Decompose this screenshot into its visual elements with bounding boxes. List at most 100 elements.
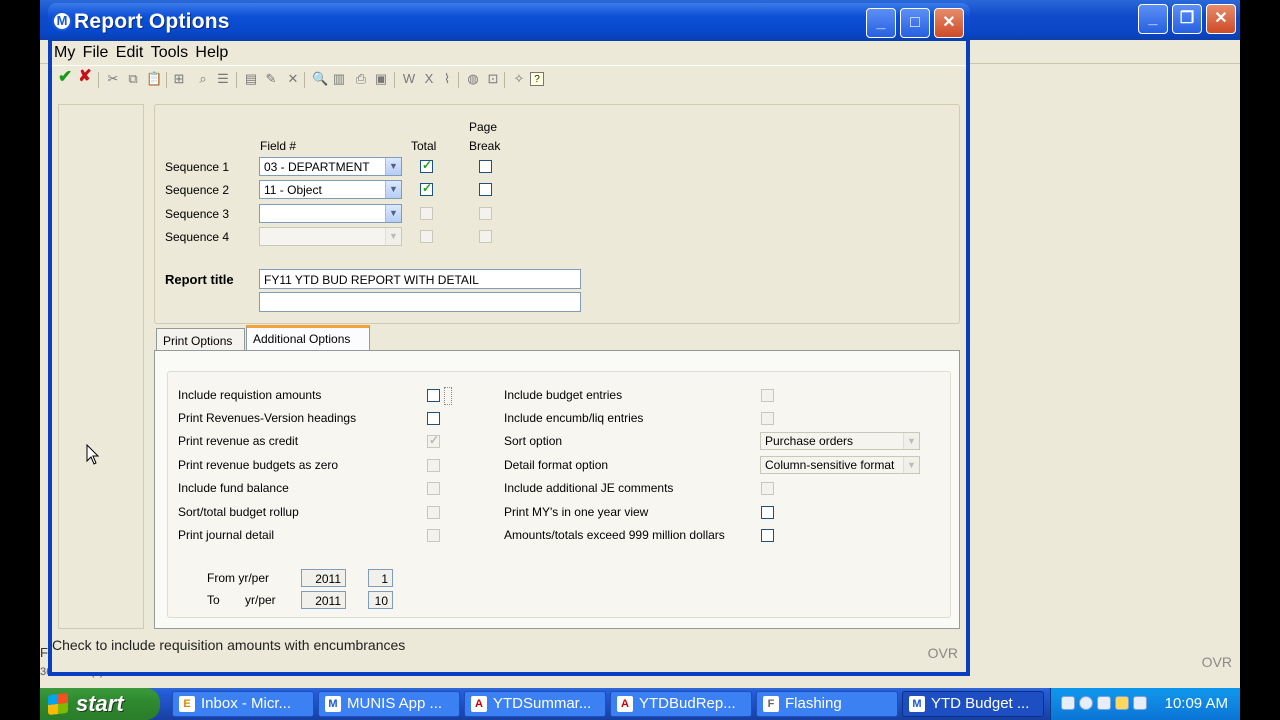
- tray-munis-icon[interactable]: [1079, 696, 1093, 710]
- menu-edit[interactable]: Edit: [114, 41, 146, 62]
- bg-status-left: F: [40, 645, 48, 660]
- include-requisition-checkbox[interactable]: [427, 389, 440, 402]
- report-title-input-2[interactable]: [259, 292, 581, 312]
- chevron-down-icon[interactable]: ▼: [385, 205, 401, 222]
- update-icon[interactable]: ✎: [264, 72, 278, 86]
- sequence-4-total-checkbox[interactable]: [420, 230, 433, 243]
- help-icon[interactable]: ?: [530, 72, 544, 86]
- sequence-2-total-checkbox[interactable]: ✓: [420, 181, 433, 196]
- option-label: Include requistion amounts: [178, 388, 322, 402]
- chevron-down-icon[interactable]: ▼: [385, 181, 401, 198]
- sequence-1-label: Sequence 1: [165, 160, 230, 174]
- attach-icon[interactable]: ⌇: [440, 72, 454, 86]
- list-icon[interactable]: ☰: [216, 72, 230, 86]
- sequence-1-total-checkbox[interactable]: ✓: [420, 158, 433, 173]
- document-icon[interactable]: ▥: [332, 72, 346, 86]
- add-icon[interactable]: ▤: [244, 72, 258, 86]
- delete-icon[interactable]: ✕: [286, 72, 300, 86]
- browse-icon[interactable]: ⊞: [172, 72, 186, 86]
- sequence-1-select[interactable]: 03 - DEPARTMENT ▼: [259, 157, 402, 176]
- amounts-exceed-checkbox[interactable]: [761, 529, 774, 542]
- print-mys-checkbox[interactable]: [761, 506, 774, 519]
- print-journal-detail-checkbox[interactable]: [427, 529, 440, 542]
- find-icon[interactable]: ⌕: [196, 72, 210, 86]
- chevron-down-icon[interactable]: ▼: [903, 457, 919, 473]
- sequence-4-label: Sequence 4: [165, 230, 230, 244]
- sequence-4-pagebreak-checkbox[interactable]: [479, 230, 492, 243]
- tray-volume-icon[interactable]: [1133, 696, 1147, 710]
- paste-icon[interactable]: 📋: [146, 72, 162, 86]
- camera-icon[interactable]: ⊡: [486, 72, 500, 86]
- print-revenue-credit-checkbox[interactable]: ✓: [427, 433, 440, 448]
- taskbar-item-ytd-budget[interactable]: M YTD Budget ...: [902, 691, 1044, 717]
- sequence-2-label: Sequence 2: [165, 183, 230, 197]
- from-period-field[interactable]: 1: [368, 569, 393, 587]
- preview-icon[interactable]: 🔍: [312, 72, 328, 86]
- include-je-comments-checkbox[interactable]: [761, 482, 774, 495]
- taskbar-item-ytdbudrep[interactable]: A YTDBudRep...: [610, 691, 752, 717]
- menu-tools[interactable]: Tools: [149, 41, 190, 62]
- sequence-2-value: 11 - Object: [264, 183, 322, 197]
- detail-format-value: Column-sensitive format: [765, 458, 895, 472]
- taskbar-item-munis[interactable]: M MUNIS App ...: [318, 691, 460, 717]
- menu-my[interactable]: My: [52, 41, 77, 62]
- maximize-button[interactable]: □: [900, 8, 930, 38]
- cut-icon[interactable]: ✂: [106, 72, 120, 86]
- include-encumb-checkbox[interactable]: [761, 412, 774, 425]
- toolbar: ✔ ✘ ✂ ⧉ 📋 ⊞ ⌕ ☰ ▤ ✎ ✕ 🔍 ▥ ⎙ ▣ W X ⌇ ◍ ⊡: [52, 65, 966, 91]
- taskbar-item-flashing[interactable]: F Flashing: [756, 691, 898, 717]
- accept-icon[interactable]: ✔: [58, 68, 72, 85]
- include-fund-balance-checkbox[interactable]: [427, 482, 440, 495]
- bg-minimize-button[interactable]: _: [1138, 4, 1168, 34]
- sequence-2-select[interactable]: 11 - Object ▼: [259, 180, 402, 199]
- bg-restore-button[interactable]: ❐: [1172, 4, 1202, 34]
- minimize-button[interactable]: _: [866, 8, 896, 38]
- print-revenue-budgets-zero-checkbox[interactable]: [427, 459, 440, 472]
- chevron-down-icon[interactable]: ▼: [385, 158, 401, 175]
- tab-additional-options[interactable]: Additional Options: [246, 325, 370, 351]
- web-icon[interactable]: ◍: [466, 72, 480, 86]
- word-icon[interactable]: W: [402, 72, 416, 86]
- print-icon[interactable]: ⎙: [354, 72, 368, 86]
- pdf-icon: A: [617, 696, 633, 712]
- sequence-4-select[interactable]: ▼: [259, 227, 402, 246]
- sort-total-rollup-checkbox[interactable]: [427, 506, 440, 519]
- chevron-down-icon[interactable]: ▼: [385, 228, 401, 245]
- sequence-2-pagebreak-checkbox[interactable]: [479, 183, 492, 196]
- bg-status-ovr: OVR: [1201, 654, 1232, 670]
- wizard-icon[interactable]: ✧: [512, 72, 526, 86]
- tray-network-icon[interactable]: [1097, 696, 1111, 710]
- menu-file[interactable]: File: [81, 41, 111, 62]
- menu-help[interactable]: Help: [193, 41, 230, 62]
- field-header: Field #: [260, 139, 297, 153]
- print-revenues-version-checkbox[interactable]: [427, 412, 440, 425]
- window-titlebar[interactable]: M Report Options _ □ ✕: [48, 3, 970, 41]
- close-button[interactable]: ✕: [934, 8, 964, 38]
- print-mys-label: Print MY's in one year view: [504, 505, 649, 519]
- to-period-field[interactable]: 10: [368, 591, 393, 609]
- from-year-field[interactable]: 2011: [301, 569, 346, 587]
- sequence-3-pagebreak-checkbox[interactable]: [479, 207, 492, 220]
- sequence-3-select[interactable]: ▼: [259, 204, 402, 223]
- tray-clock-icon[interactable]: [1115, 696, 1129, 710]
- sort-option-select[interactable]: Purchase orders ▼: [760, 432, 920, 450]
- tab-print-options[interactable]: Print Options: [156, 328, 245, 352]
- check-icon: ✓: [422, 181, 433, 195]
- cancel-icon[interactable]: ✘: [78, 69, 92, 85]
- copy-icon[interactable]: ⧉: [126, 72, 140, 86]
- taskbar-item-inbox[interactable]: E Inbox - Micr...: [172, 691, 314, 717]
- sequence-1-pagebreak-checkbox[interactable]: [479, 160, 492, 173]
- taskbar-item-ytdsummary[interactable]: A YTDSummar...: [464, 691, 606, 717]
- sequence-3-total-checkbox[interactable]: [420, 207, 433, 220]
- to-year-field[interactable]: 2011: [301, 591, 346, 609]
- tray-arrow-icon[interactable]: [1061, 696, 1075, 710]
- report-title-input-1[interactable]: FY11 YTD BUD REPORT WITH DETAIL: [259, 269, 581, 289]
- excel-icon[interactable]: X: [422, 72, 436, 86]
- bg-close-button[interactable]: ✕: [1206, 4, 1236, 34]
- detail-format-select[interactable]: Column-sensitive format ▼: [760, 456, 920, 474]
- status-ovr: OVR: [927, 645, 958, 661]
- save-icon[interactable]: ▣: [374, 72, 388, 86]
- start-button[interactable]: start: [40, 688, 160, 720]
- chevron-down-icon[interactable]: ▼: [903, 433, 919, 449]
- include-budget-entries-checkbox[interactable]: [761, 389, 774, 402]
